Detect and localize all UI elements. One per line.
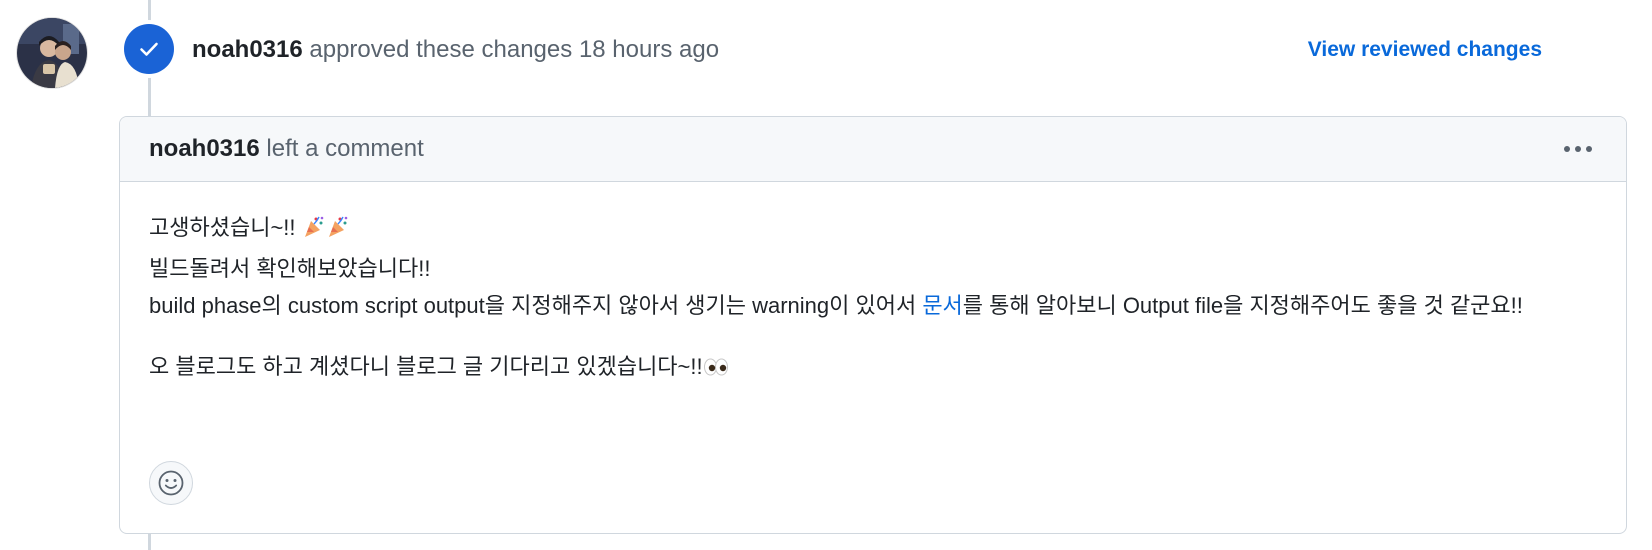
party-popper-icon (326, 213, 350, 250)
review-action: approved these changes (309, 36, 573, 63)
kebab-horizontal-icon[interactable] (1560, 139, 1596, 159)
comment-line-1-text: 고생하셨습니~!! (149, 215, 302, 240)
comment-line-3-text: build phase의 custom script output을 지정해주지… (149, 293, 923, 318)
comment-line-2: 빌드돌려서 확인해보았습니다!! (149, 256, 431, 281)
comment-author[interactable]: noah0316 (149, 135, 260, 162)
comment-line-3-text-after: 를 통해 알아보니 Output file을 지정해주어도 좋을 것 같군요!! (962, 293, 1523, 318)
add-reaction-button[interactable] (149, 461, 193, 505)
view-reviewed-changes-link[interactable]: View reviewed changes (1308, 34, 1542, 66)
review-time[interactable]: 18 hours ago (579, 36, 719, 63)
docs-link[interactable]: 문서 (922, 293, 962, 318)
comment-header-text: noah0316 left a comment (149, 132, 424, 166)
comment-header: noah0316 left a comment (120, 117, 1626, 182)
check-icon (140, 42, 158, 56)
party-popper-icon (302, 213, 326, 250)
avatar[interactable] (17, 18, 87, 88)
avatar-photo (17, 18, 87, 88)
smiley-icon (158, 470, 184, 496)
comment-line-3: build phase의 custom script output을 지정해주지… (149, 287, 1589, 324)
eyes-icon (703, 352, 729, 389)
comment-action: left a comment (266, 135, 424, 162)
comment-box: noah0316 left a comment 고생하셨습니~!! 빌드돌려서 … (119, 116, 1627, 534)
review-header: noah0316 approved these changes 18 hours… (192, 33, 719, 67)
comment-body: 고생하셨습니~!! 빌드돌려서 확인해보았습니다!! build phase의 … (149, 209, 1589, 389)
comment-line-4-text: 오 블로그도 하고 계셨다니 블로그 글 기다리고 있겠습니다~!! (149, 354, 703, 379)
approved-badge (124, 24, 174, 74)
review-author[interactable]: noah0316 (192, 36, 303, 63)
comment-line-4: 오 블로그도 하고 계셨다니 블로그 글 기다리고 있겠습니다~!! (149, 348, 1589, 389)
comment-line-1: 고생하셨습니~!! (149, 209, 1589, 250)
